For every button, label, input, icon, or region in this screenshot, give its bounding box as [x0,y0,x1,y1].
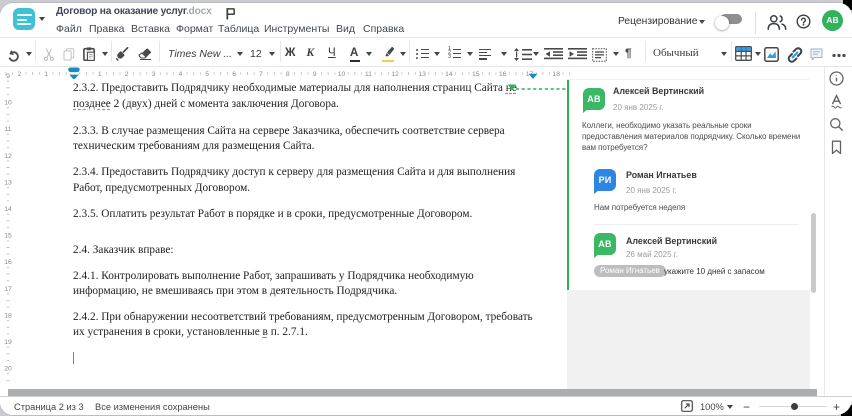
svg-text:16: 16 [4,259,12,266]
svg-text:2: 2 [17,71,21,78]
svg-text:8: 8 [286,71,290,78]
svg-text:7: 7 [259,71,263,78]
svg-text:6: 6 [232,71,236,78]
svg-text:14: 14 [4,206,12,213]
svg-text:11: 11 [4,126,11,133]
svg-text:19: 19 [4,339,12,346]
svg-text:5: 5 [205,71,209,78]
svg-text:1: 1 [44,71,48,78]
svg-text:18: 18 [553,71,561,78]
svg-text:10: 10 [4,100,12,107]
svg-text:9: 9 [313,71,317,78]
svg-text:18: 18 [4,312,12,319]
svg-text:13: 13 [418,71,426,78]
svg-text:20: 20 [4,366,12,373]
svg-text:3: 3 [152,71,156,78]
svg-text:14: 14 [445,71,453,78]
svg-text:16: 16 [499,71,507,78]
svg-text:9: 9 [6,73,10,80]
svg-text:4: 4 [179,71,183,78]
svg-text:17: 17 [4,286,12,293]
svg-text:15: 15 [4,233,12,240]
svg-text:12: 12 [4,153,12,160]
svg-text:10: 10 [338,71,346,78]
svg-text:2: 2 [125,71,129,78]
svg-text:15: 15 [472,71,480,78]
svg-text:12: 12 [391,71,399,78]
svg-text:11: 11 [365,71,372,78]
svg-text:13: 13 [4,179,12,186]
svg-text:1: 1 [98,71,102,78]
